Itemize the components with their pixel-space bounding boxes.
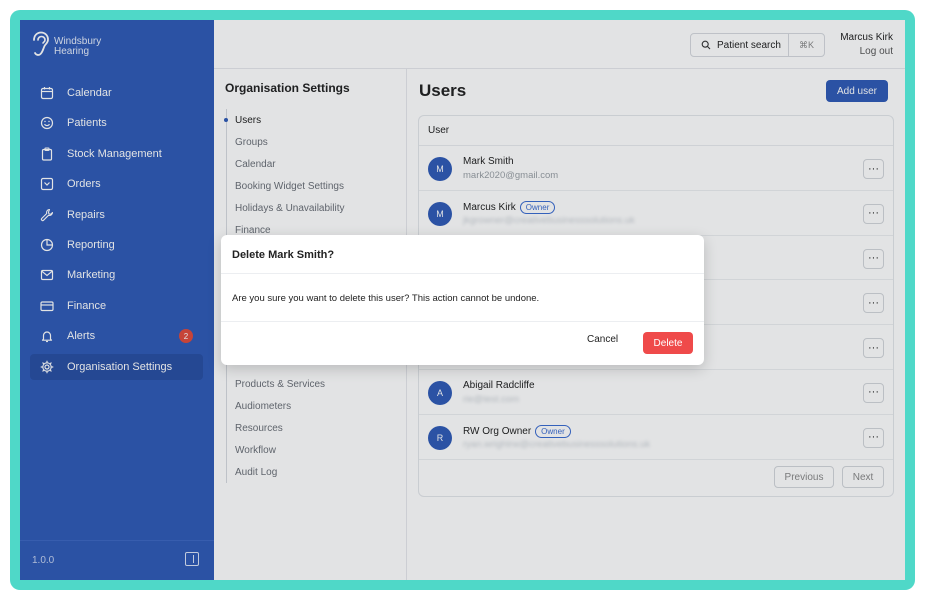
app-window: Windsbury Hearing Calendar Patients Stoc… bbox=[20, 20, 905, 580]
dialog-title: Delete Mark Smith? bbox=[232, 249, 335, 261]
divider bbox=[221, 321, 704, 322]
delete-user-dialog: Delete Mark Smith? Are you sure you want… bbox=[221, 235, 704, 365]
dialog-message: Are you sure you want to delete this use… bbox=[232, 293, 540, 304]
cancel-button[interactable]: Cancel bbox=[587, 334, 618, 345]
divider bbox=[221, 273, 704, 274]
delete-button[interactable]: Delete bbox=[643, 332, 693, 354]
